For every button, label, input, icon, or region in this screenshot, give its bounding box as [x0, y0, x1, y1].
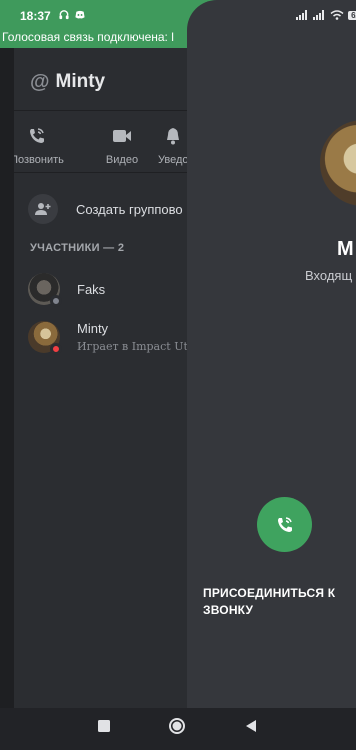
video-label: Видео	[105, 154, 139, 166]
call-status: Входящ	[305, 268, 353, 283]
member-name: Minty	[77, 321, 109, 336]
back-button[interactable]	[244, 719, 258, 733]
divider	[14, 172, 190, 173]
incoming-call-panel: 62 M Входящ ПРИСОЕДИНИТЬСЯ К ЗВОНКУ	[187, 0, 356, 750]
server-rail-edge	[0, 48, 14, 708]
members-header: УЧАСТНИКИ — 2	[30, 242, 125, 254]
screen: 18:37 Голосовая связь подключена: l @ Mi…	[0, 0, 356, 750]
status-offline-indicator	[50, 295, 62, 307]
create-group-button[interactable]: Создать группово	[28, 194, 183, 224]
member-row-faks[interactable]: Faks	[28, 273, 106, 307]
status-icons: 62	[296, 10, 356, 20]
member-activity: Играет в Impact Utilit	[77, 340, 203, 353]
home-button[interactable]	[168, 717, 186, 735]
bell-icon	[167, 128, 179, 145]
avatar	[28, 273, 62, 307]
notifications-label: Уведо	[158, 154, 189, 166]
avatar	[28, 321, 62, 355]
create-group-label: Создать группово	[76, 201, 183, 217]
call-button[interactable]: Позвонить	[8, 126, 66, 166]
video-button[interactable]: Видео	[96, 126, 148, 166]
divider	[14, 110, 190, 111]
join-call-label: ПРИСОЕДИНИТЬСЯ К ЗВОНКУ	[203, 586, 336, 617]
member-name: Faks	[77, 281, 106, 297]
caller-name: M	[337, 238, 354, 260]
wifi-icon	[330, 10, 344, 20]
dm-panel: @ Minty Позвонить Видео Уведо Создать гр…	[0, 48, 203, 750]
battery-icon: 62	[348, 10, 356, 20]
recents-button[interactable]	[97, 719, 111, 733]
navigation-bar	[0, 708, 356, 750]
status-dnd-indicator	[50, 343, 62, 355]
join-call-button[interactable]	[257, 497, 312, 552]
video-camera-icon	[113, 130, 131, 142]
discord-icon	[75, 10, 85, 19]
headphones-icon	[59, 10, 69, 20]
channel-header: @ Minty	[30, 70, 105, 94]
phone-call-icon	[30, 128, 44, 143]
call-label: Позвонить	[10, 154, 64, 166]
signal-icon	[313, 10, 325, 20]
member-row-minty[interactable]: Minty Играет в Impact Utilit	[28, 321, 203, 355]
phone-call-icon	[277, 516, 292, 532]
page-title: Minty	[55, 71, 106, 92]
signal-icon	[296, 10, 308, 20]
status-time: 18:37	[20, 9, 51, 23]
caller-avatar	[320, 120, 356, 206]
add-user-icon	[28, 194, 58, 224]
at-icon: @	[30, 70, 50, 93]
